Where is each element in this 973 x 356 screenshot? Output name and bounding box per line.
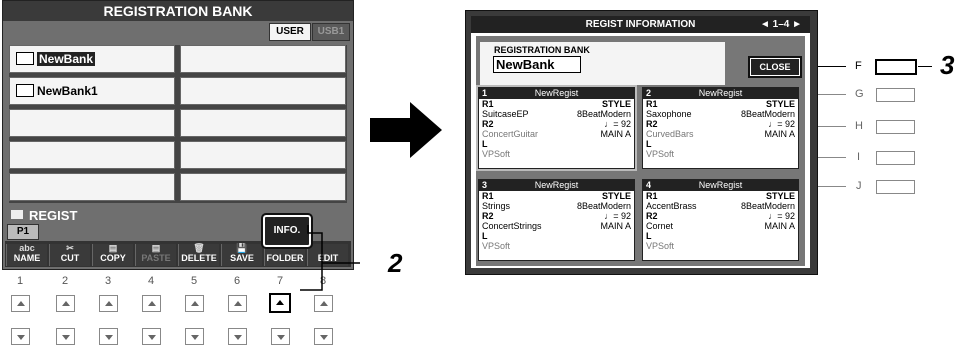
f-button[interactable] [875, 59, 917, 75]
callout-3: 3 [940, 50, 955, 80]
bank-item[interactable]: NewBank [9, 45, 175, 73]
up-button-4[interactable] [142, 295, 161, 312]
callout-2: 2 [388, 248, 403, 278]
registration-2[interactable]: 2 NewRegist R1 STYLE Saxophone 8BeatModern … [642, 87, 799, 169]
folder-label: REGIST [29, 208, 78, 223]
callout-2-connector [300, 225, 360, 291]
bank-item[interactable] [9, 173, 175, 201]
bank-item[interactable] [180, 45, 346, 73]
bank-item[interactable] [180, 109, 346, 137]
bank-item[interactable]: NewBank1 [9, 77, 175, 105]
button-number: 6 [233, 275, 241, 287]
bank-label: REGISTRATION BANK [494, 45, 590, 55]
h-button[interactable] [876, 120, 915, 134]
down-button-3[interactable] [99, 328, 118, 345]
button-label-j: J [856, 180, 862, 192]
up-button-1[interactable] [11, 295, 30, 312]
j-button[interactable] [876, 180, 915, 194]
delete-button[interactable]: 🗑 DELETE [178, 243, 219, 266]
folder-abc-icon: abc [19, 243, 35, 253]
bank-item[interactable] [9, 109, 175, 137]
registration-1[interactable]: 1 NewRegist R1 STYLE SuitcaseEP 8BeatModern… [476, 85, 637, 171]
button-label-f: F [855, 60, 862, 72]
copy-icon: ▤ [108, 243, 118, 253]
paste-button[interactable]: ▤ PASTE [135, 243, 176, 266]
i-button[interactable] [876, 151, 915, 165]
down-button-1[interactable] [11, 328, 30, 345]
bank-item[interactable] [180, 77, 346, 105]
right-arrow-icon [370, 102, 442, 158]
save-icon: 💾 [236, 243, 248, 253]
up-button-6[interactable] [228, 295, 247, 312]
down-button-4[interactable] [142, 328, 161, 345]
up-button-5[interactable] [185, 295, 204, 312]
close-button[interactable]: CLOSE [748, 56, 802, 78]
g-button[interactable] [876, 88, 915, 102]
up-button-3[interactable] [99, 295, 118, 312]
trash-icon: 🗑 [193, 243, 205, 253]
scissors-icon: ✂ [66, 243, 74, 253]
folder-icon [11, 210, 23, 219]
screen-title: REGIST INFORMATION ◄ 1–4 ► [471, 16, 810, 33]
bank-file-icon [16, 52, 34, 66]
bank-item[interactable] [180, 173, 346, 201]
page-indicator[interactable]: P1 [7, 224, 39, 240]
button-number: 5 [190, 275, 198, 287]
tab-usb1[interactable]: USB1 [312, 23, 350, 41]
down-button-2[interactable] [56, 328, 75, 345]
bank-item[interactable] [9, 141, 175, 169]
button-label-h: H [855, 120, 863, 132]
bank-name: NewBank [493, 56, 581, 73]
button-number: 2 [61, 275, 69, 287]
button-number: 7 [276, 275, 284, 287]
screen-title: REGISTRATION BANK [3, 1, 353, 21]
page-indicator[interactable]: ◄ 1–4 ► [760, 16, 802, 33]
button-label-i: I [857, 151, 861, 163]
button-number: 1 [16, 275, 24, 287]
button-number: 3 [104, 275, 112, 287]
up-button-7[interactable] [269, 293, 291, 313]
bank-grid: NewBank NewBank1 [9, 45, 347, 203]
registration-4[interactable]: 4 NewRegist R1 STYLE AccentBrass 8BeatModer… [642, 179, 799, 261]
registration-3[interactable]: 3 NewRegist R1 STYLE Strings 8BeatModern R2… [478, 179, 635, 261]
tab-user[interactable]: USER [269, 23, 311, 41]
bank-item[interactable] [180, 141, 346, 169]
folder-button[interactable]: FOLDER [264, 244, 305, 266]
save-button[interactable]: 💾 SAVE [221, 243, 262, 266]
cut-button[interactable]: ✂ CUT [49, 243, 90, 266]
down-button-6[interactable] [228, 328, 247, 345]
down-button-8[interactable] [314, 328, 333, 345]
down-button-7[interactable] [271, 328, 290, 345]
name-button[interactable]: abc NAME [6, 243, 47, 266]
copy-button[interactable]: ▤ COPY [92, 243, 133, 266]
down-button-5[interactable] [185, 328, 204, 345]
up-button-2[interactable] [56, 295, 75, 312]
button-number: 4 [147, 275, 155, 287]
bank-file-icon [16, 84, 34, 98]
paste-icon: ▤ [151, 243, 161, 253]
button-label-g: G [855, 88, 864, 100]
